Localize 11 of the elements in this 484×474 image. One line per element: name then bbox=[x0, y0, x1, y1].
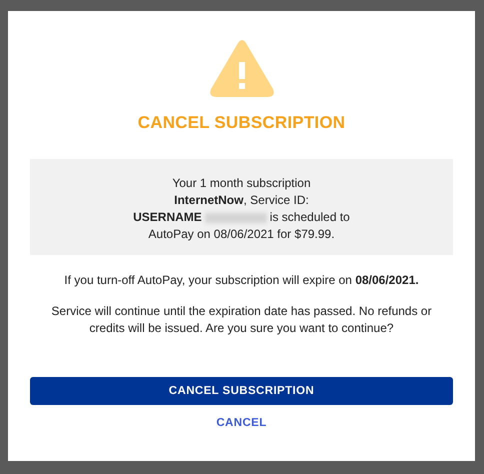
summary-text: InternetNow, Service ID: bbox=[174, 192, 309, 209]
summary-text: is scheduled to bbox=[270, 209, 350, 226]
dialog-title: CANCEL SUBSCRIPTION bbox=[138, 113, 346, 133]
username-text: USERNAME bbox=[133, 209, 202, 226]
summary-text: Your 1 month subscription bbox=[172, 175, 311, 192]
expiry-notice: If you turn-off AutoPay, your subscription will expire on 08/06/2021. bbox=[64, 272, 419, 289]
summary-text: AutoPay on 08/06/2021 for $79.99. bbox=[148, 226, 335, 243]
cancel-subscription-button[interactable]: CANCEL SUBSCRIPTION bbox=[30, 377, 453, 405]
cancel-link[interactable]: CANCEL bbox=[212, 415, 271, 431]
warning-text: Service will continue until the expiration date has passed. No refunds or credits will be issued. Are you sure you want to continue? bbox=[50, 303, 433, 337]
warning-icon bbox=[208, 39, 274, 99]
